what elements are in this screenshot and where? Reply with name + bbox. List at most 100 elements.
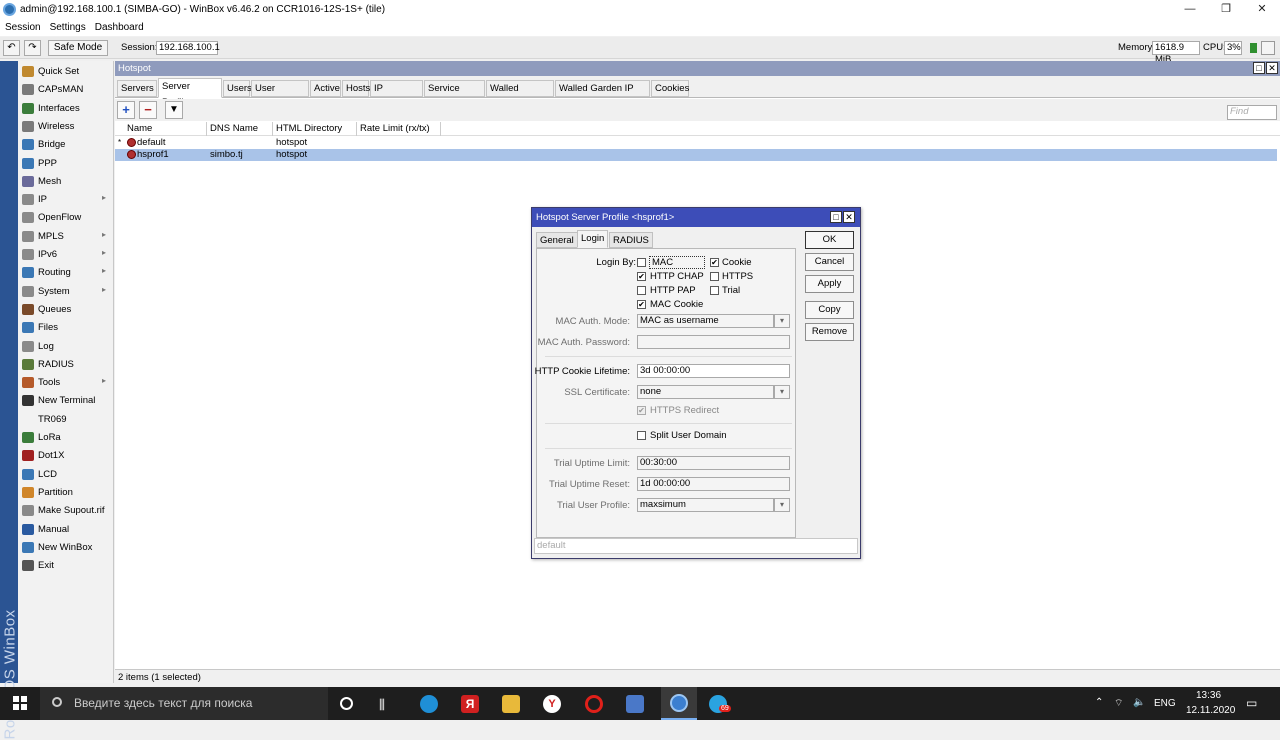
- sidebar-item-exit[interactable]: Exit: [18, 557, 114, 574]
- tab-service-ports[interactable]: Service Ports: [424, 80, 485, 110]
- safe-mode-button[interactable]: Safe Mode: [48, 40, 108, 56]
- find-input[interactable]: Find: [1227, 105, 1277, 120]
- minimize-button[interactable]: —: [1172, 0, 1208, 19]
- sidebar-item-interfaces[interactable]: Interfaces: [18, 100, 114, 117]
- sidebar-item-wireless[interactable]: Wireless: [18, 118, 114, 135]
- close-button[interactable]: ✕: [1244, 0, 1280, 19]
- sidebar-item-mesh[interactable]: Mesh: [18, 173, 114, 190]
- cookie-lifetime-field[interactable]: 3d 00:00:00: [637, 364, 790, 378]
- col-rate-limit[interactable]: Rate Limit (rx/tx): [357, 122, 441, 136]
- cookie-checkbox[interactable]: ✔: [710, 258, 719, 267]
- tab-server-profiles[interactable]: Server Profiles: [158, 78, 222, 108]
- dropdown-arrow-icon[interactable]: ▾: [774, 498, 790, 512]
- https-checkbox[interactable]: [710, 272, 719, 281]
- copy-button[interactable]: Copy: [805, 301, 854, 319]
- sidebar-item-new-terminal[interactable]: New Terminal: [18, 392, 114, 409]
- sidebar-item-system[interactable]: System ▸: [18, 283, 114, 300]
- sidebar-item-bridge[interactable]: Bridge: [18, 136, 114, 153]
- apply-button[interactable]: Apply: [805, 275, 854, 293]
- col-html-directory[interactable]: HTML Directory: [273, 122, 357, 136]
- mac-checkbox[interactable]: [637, 258, 646, 267]
- task-view-icon[interactable]: ⫼: [379, 697, 385, 713]
- menu-session[interactable]: Session: [0, 22, 45, 33]
- mac-auth-mode-select[interactable]: MAC as username: [637, 314, 774, 328]
- tab-cookies[interactable]: Cookies: [651, 80, 689, 97]
- dropdown-arrow-icon[interactable]: ▾: [774, 385, 790, 399]
- http-chap-checkbox[interactable]: ✔: [637, 272, 646, 281]
- menu-settings[interactable]: Settings: [45, 22, 90, 33]
- sidebar-item-queues[interactable]: Queues: [18, 301, 114, 318]
- menu-dashboard[interactable]: Dashboard: [90, 22, 148, 33]
- sidebar-item-quick-set[interactable]: Quick Set: [18, 63, 114, 80]
- clock-date[interactable]: 12.11.2020: [1186, 705, 1235, 716]
- trial-uptime-reset-field[interactable]: 1d 00:00:00: [637, 477, 790, 491]
- tab-walled-garden-ip-list[interactable]: Walled Garden IP List: [555, 80, 650, 110]
- sidebar-item-tr069[interactable]: TR069: [18, 411, 114, 428]
- tray-chevron-icon[interactable]: ⌃: [1095, 697, 1103, 708]
- https-redirect-checkbox[interactable]: ✔: [637, 406, 646, 415]
- volume-icon[interactable]: 🔈: [1133, 697, 1145, 708]
- language-indicator[interactable]: ENG: [1154, 698, 1176, 709]
- network-icon[interactable]: ⌔: [1114, 697, 1123, 710]
- sidebar-item-files[interactable]: Files: [18, 319, 114, 336]
- yandex-icon[interactable]: Я: [461, 695, 479, 713]
- sidebar-item-lcd[interactable]: LCD: [18, 466, 114, 483]
- maximize-button[interactable]: ❐: [1208, 0, 1244, 19]
- trial-checkbox[interactable]: [710, 286, 719, 295]
- sidebar-item-log[interactable]: Log: [18, 338, 114, 355]
- sidebar-item-lora[interactable]: LoRa: [18, 429, 114, 446]
- dropdown-arrow-icon[interactable]: ▾: [774, 314, 790, 328]
- sidebar-item-ppp[interactable]: PPP: [18, 155, 114, 172]
- ok-button[interactable]: OK: [805, 231, 854, 249]
- taskbar-search-input[interactable]: Введите здесь текст для поиска: [40, 687, 328, 720]
- table-row[interactable]: * default hotspot: [115, 137, 1277, 149]
- sidebar-item-ip[interactable]: IP ▸: [18, 191, 114, 208]
- close-window-icon[interactable]: ✕: [1266, 62, 1278, 74]
- network-app-icon[interactable]: [626, 695, 644, 713]
- lock-icon[interactable]: [1261, 41, 1275, 55]
- yandex-browser-icon[interactable]: Y: [543, 695, 561, 713]
- winbox-taskbar-button[interactable]: [661, 687, 697, 720]
- tab-servers[interactable]: Servers: [117, 80, 157, 97]
- sidebar-item-make-supout-rif[interactable]: Make Supout.rif: [18, 502, 114, 519]
- sidebar-item-manual[interactable]: Manual: [18, 521, 114, 538]
- split-user-domain-checkbox[interactable]: [637, 431, 646, 440]
- sidebar-item-dot1x[interactable]: Dot1X: [18, 447, 114, 464]
- redo-button[interactable]: ↷: [24, 40, 41, 56]
- dialog-close-icon[interactable]: ✕: [843, 211, 855, 223]
- sidebar-item-routing[interactable]: Routing ▸: [18, 264, 114, 281]
- sidebar-item-mpls[interactable]: MPLS ▸: [18, 228, 114, 245]
- dialog-restore-icon[interactable]: □: [830, 211, 842, 223]
- sidebar-item-ipv6[interactable]: IPv6 ▸: [18, 246, 114, 263]
- tab-user-profiles[interactable]: User Profiles: [251, 80, 309, 110]
- undo-button[interactable]: ↶: [3, 40, 20, 56]
- mac-cookie-checkbox[interactable]: ✔: [637, 300, 646, 309]
- dialog-tab-login[interactable]: Login: [577, 230, 609, 248]
- trial-user-profile-select[interactable]: maxsimum: [637, 498, 774, 512]
- sidebar-item-radius[interactable]: RADIUS: [18, 356, 114, 373]
- dialog-tab-radius[interactable]: RADIUS: [609, 232, 653, 248]
- ssl-certificate-select[interactable]: none: [637, 385, 774, 399]
- edge-icon[interactable]: [420, 695, 438, 713]
- cancel-button[interactable]: Cancel: [805, 253, 854, 271]
- sidebar-item-openflow[interactable]: OpenFlow: [18, 209, 114, 226]
- file-explorer-icon[interactable]: [502, 695, 520, 713]
- session-field[interactable]: 192.168.100.1: [156, 41, 220, 55]
- http-pap-checkbox[interactable]: [637, 286, 646, 295]
- filter-icon[interactable]: ▼: [165, 101, 183, 119]
- tab-ip-bindings[interactable]: IP Bindings: [370, 80, 423, 110]
- sidebar-item-capsman[interactable]: CAPsMAN: [18, 81, 114, 98]
- mac-auth-password-field[interactable]: [637, 335, 790, 349]
- sidebar-item-tools[interactable]: Tools ▸: [18, 374, 114, 391]
- sidebar-item-partition[interactable]: Partition: [18, 484, 114, 501]
- tab-users[interactable]: Users: [223, 80, 252, 97]
- add-icon[interactable]: +: [117, 101, 135, 119]
- opera-icon[interactable]: [585, 695, 603, 713]
- restore-window-icon[interactable]: □: [1253, 62, 1265, 74]
- dialog-tab-general[interactable]: General: [536, 232, 578, 248]
- tab-active[interactable]: Active: [310, 80, 341, 97]
- table-row-selected[interactable]: hsprof1 simbo.tj hotspot: [115, 149, 1277, 161]
- clock-time[interactable]: 13:36: [1196, 690, 1221, 701]
- col-dns-name[interactable]: DNS Name: [207, 122, 273, 136]
- cortana-icon[interactable]: [340, 697, 353, 710]
